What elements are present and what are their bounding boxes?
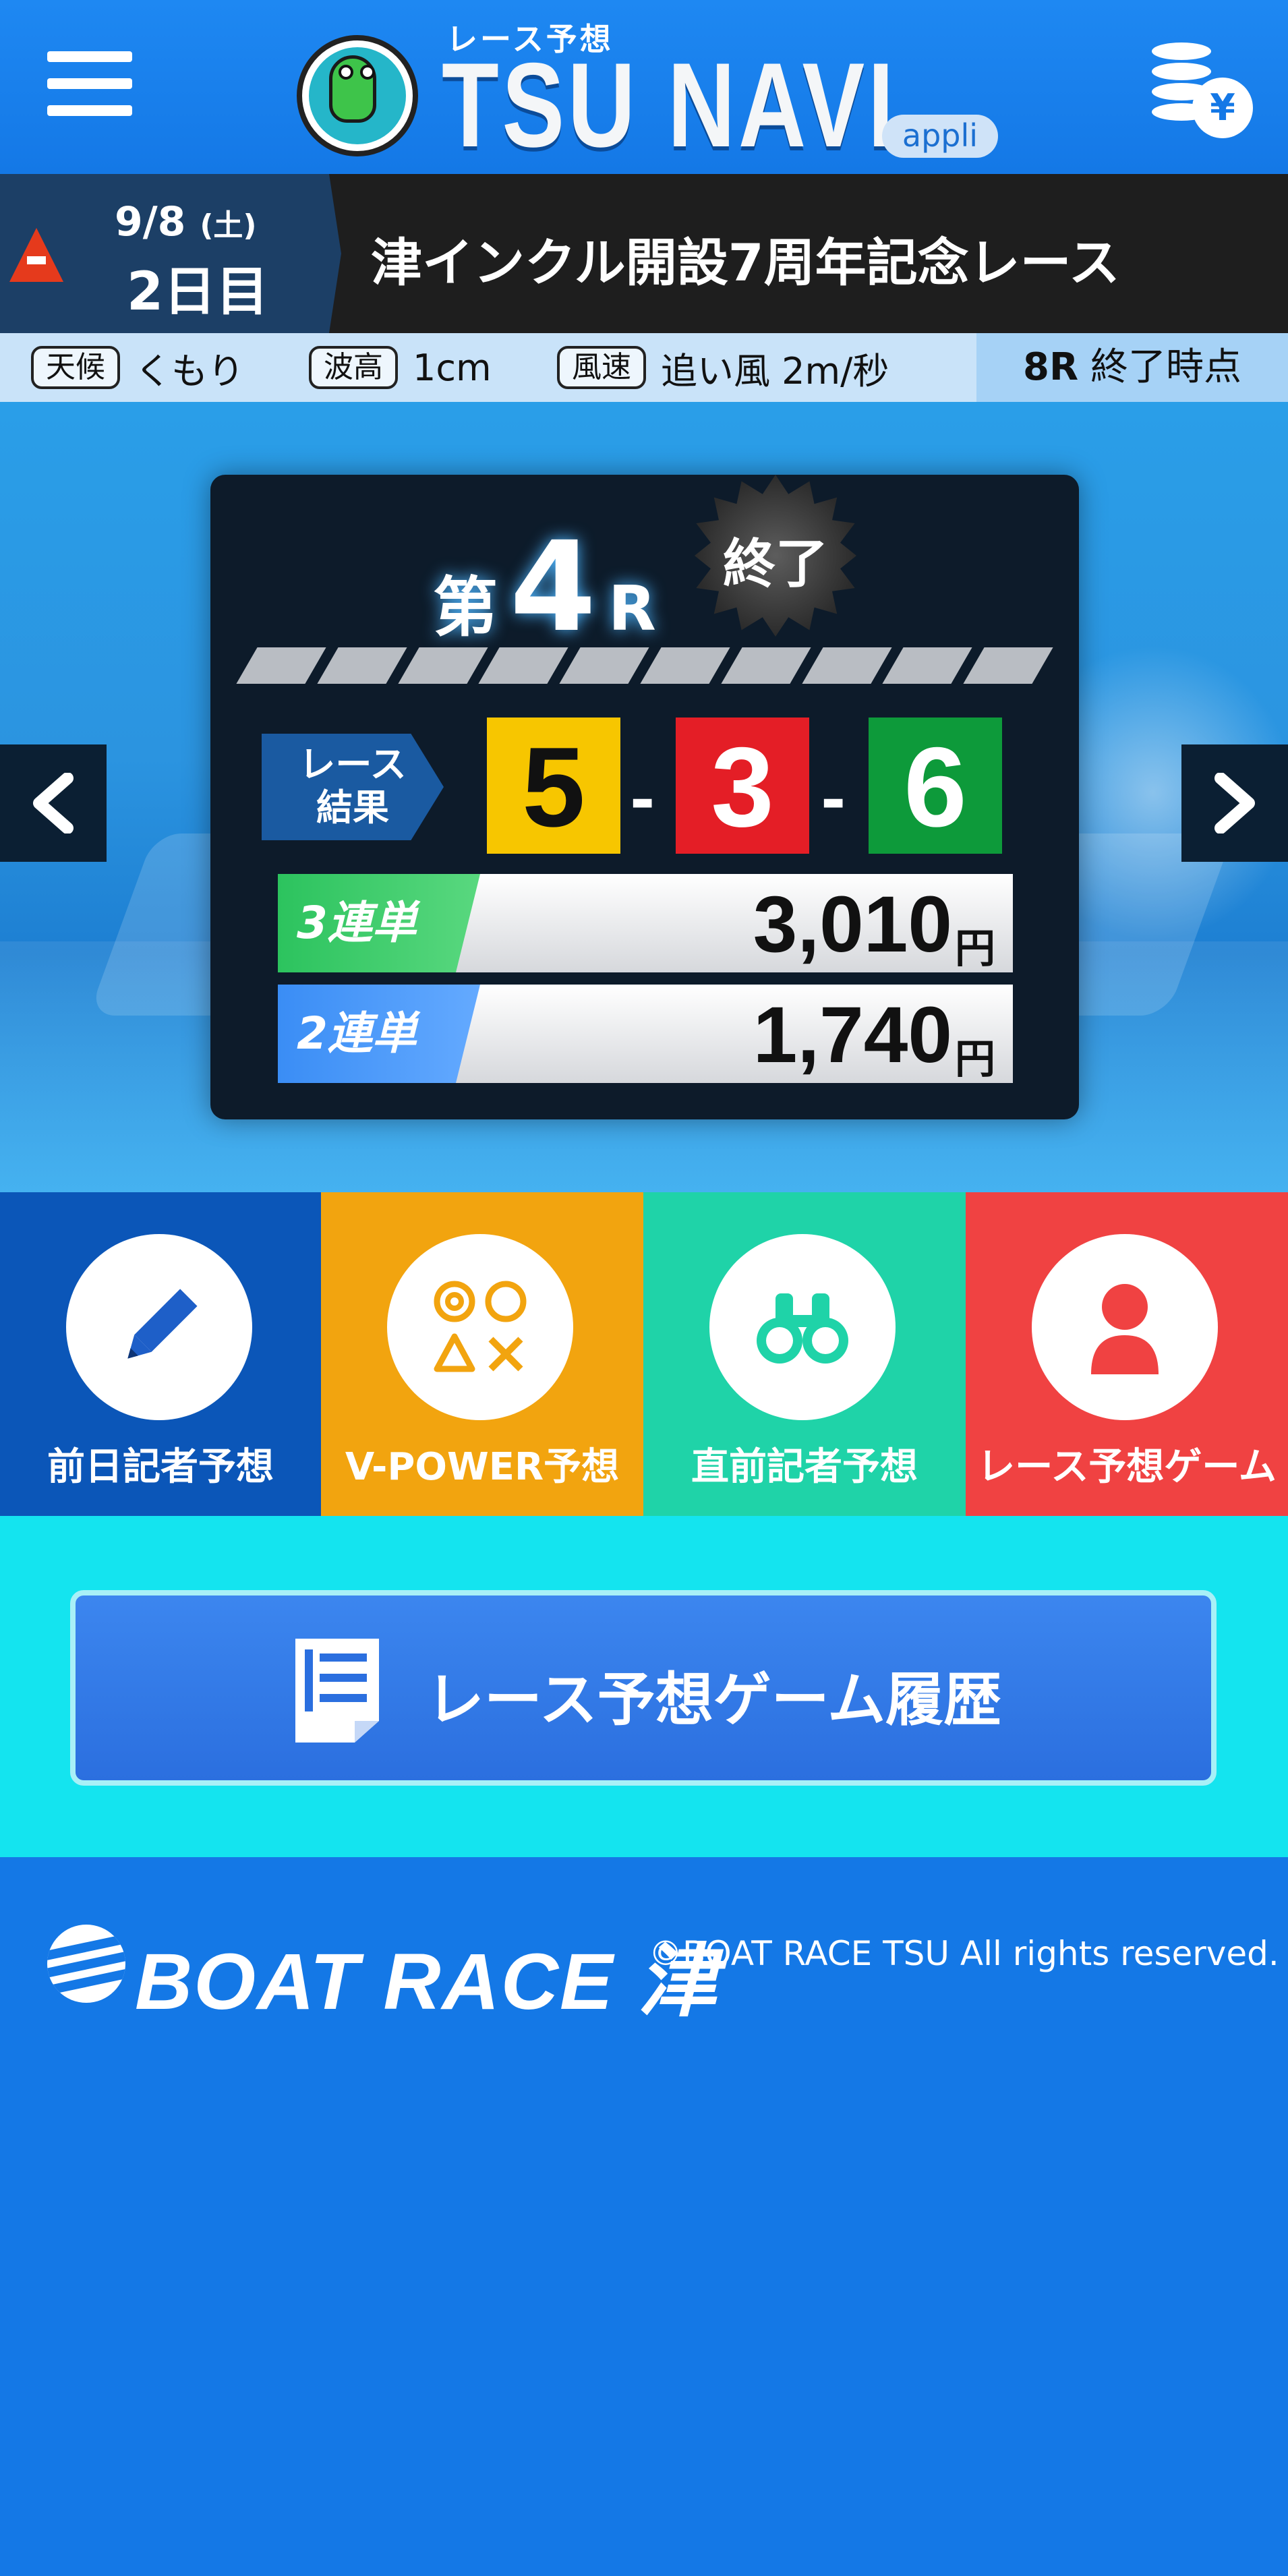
copyright-text: ©BOAT RACE TSU All rights reserved. — [649, 1934, 1279, 1973]
boat-race-tsu-logo: BOAT RACE 津 — [47, 1911, 717, 2026]
result-second: 3 — [676, 718, 809, 854]
result-separator: - — [821, 765, 846, 836]
tile-prediction-game[interactable]: レース予想ゲーム — [966, 1192, 1288, 1516]
status-race: 8R — [1023, 345, 1079, 389]
yen-icon: ¥ — [1192, 78, 1253, 138]
prediction-game-history-button[interactable]: レース予想ゲーム履歴 — [70, 1590, 1217, 1786]
race-number: 第4 R — [433, 515, 656, 660]
chevron-right-icon — [1214, 773, 1255, 833]
prev-race-button[interactable] — [0, 744, 107, 862]
wave-tag: 波高 — [309, 346, 398, 389]
tile-v-power-prediction[interactable]: V-POWER予想 — [321, 1192, 643, 1516]
tile-label: レース予想ゲーム — [977, 1445, 1277, 1489]
event-title: 津インクル開設7周年記念レース — [371, 233, 1120, 293]
weather-condition: 天候 くもり — [31, 344, 244, 392]
status-text: 終了時点 — [1090, 345, 1241, 389]
tile-label: 前日記者予想 — [47, 1445, 274, 1489]
hamburger-menu-icon[interactable] — [47, 47, 132, 121]
app-header: レース予想 TSU NAVI appli ¥ — [0, 0, 1288, 174]
logo-badge: appli — [882, 115, 998, 158]
tile-just-before-prediction[interactable]: 直前記者予想 — [643, 1192, 966, 1516]
weather-value: くもり — [135, 349, 244, 392]
history-label: レース予想ゲーム履歴 — [426, 1666, 1002, 1734]
wave-height: 波高 1cm — [309, 344, 492, 391]
race-finished-badge: 終了 — [695, 475, 856, 637]
payout-exacta: 2連単 1,740 円 — [278, 985, 1013, 1083]
event-day-number: 2日目 — [127, 262, 269, 322]
person-icon — [1091, 1284, 1159, 1374]
payout-unit: 円 — [955, 925, 995, 972]
next-race-button[interactable] — [1181, 744, 1288, 862]
event-weekday: (土) — [200, 208, 257, 243]
tile-label: V-POWER予想 — [345, 1445, 620, 1489]
wave-value: 1cm — [413, 346, 492, 389]
shapes-icon — [434, 1281, 527, 1372]
race-result-tag: レース 結果 — [262, 734, 444, 840]
document-icon — [295, 1639, 379, 1743]
mascot-icon — [297, 35, 418, 156]
pencil-icon — [127, 1289, 198, 1359]
chevron-left-icon — [33, 773, 74, 833]
coin-icon[interactable]: ¥ — [1145, 37, 1253, 138]
event-date: 9/8 (土) 2日目 — [0, 174, 329, 333]
race-result-card[interactable]: 第4 R 終了 レース 結果 5 - 3 - 6 3連単 3,010 円 2連単 … — [210, 475, 1079, 1119]
payout-unit: 円 — [955, 1036, 995, 1083]
tile-label: 直前記者予想 — [691, 1445, 918, 1489]
weather-bar: 天候 くもり 波高 1cm 風速 追い風 2m/秒 8R 終了時点 — [0, 333, 1288, 402]
result-separator: - — [630, 765, 655, 836]
event-bar: 9/8 (土) 2日目 津インクル開設7周年記念レース — [0, 174, 1288, 333]
payout-label: 3連単 — [278, 874, 480, 972]
wind-value: 追い風 2m/秒 — [661, 349, 889, 392]
weather-status: 8R 終了時点 — [976, 333, 1288, 402]
weather-tag: 天候 — [31, 346, 120, 389]
footer: BOAT RACE 津 ©BOAT RACE TSU All rights re… — [0, 1857, 1288, 2576]
feature-tiles: 前日記者予想 V-POWER予想 直前記者予想 レース予想ゲーム — [0, 1192, 1288, 1516]
wind-speed: 風速 追い風 2m/秒 — [557, 344, 889, 392]
payout-amount: 3,010 — [753, 880, 952, 969]
payout-amount: 1,740 — [753, 991, 952, 1080]
decorative-stripes — [236, 647, 1053, 684]
traffic-cone-icon — [9, 228, 63, 282]
logo-title: TSU NAVI — [442, 38, 898, 172]
payout-trifecta: 3連単 3,010 円 — [278, 874, 1013, 972]
wave-logo-icon — [47, 1925, 125, 2003]
app-logo: レース予想 TSU NAVI appli — [297, 15, 998, 170]
result-third: 6 — [869, 718, 1002, 854]
history-section: レース予想ゲーム履歴 — [0, 1516, 1288, 1857]
result-first: 5 — [487, 718, 620, 854]
tile-previous-day-prediction[interactable]: 前日記者予想 — [0, 1192, 321, 1516]
event-date-text: 9/8 — [115, 198, 186, 245]
wind-tag: 風速 — [557, 346, 646, 389]
binoculars-icon — [757, 1293, 848, 1364]
footer-brand: BOAT RACE 津 — [135, 1937, 719, 2026]
payout-label: 2連単 — [278, 985, 480, 1083]
